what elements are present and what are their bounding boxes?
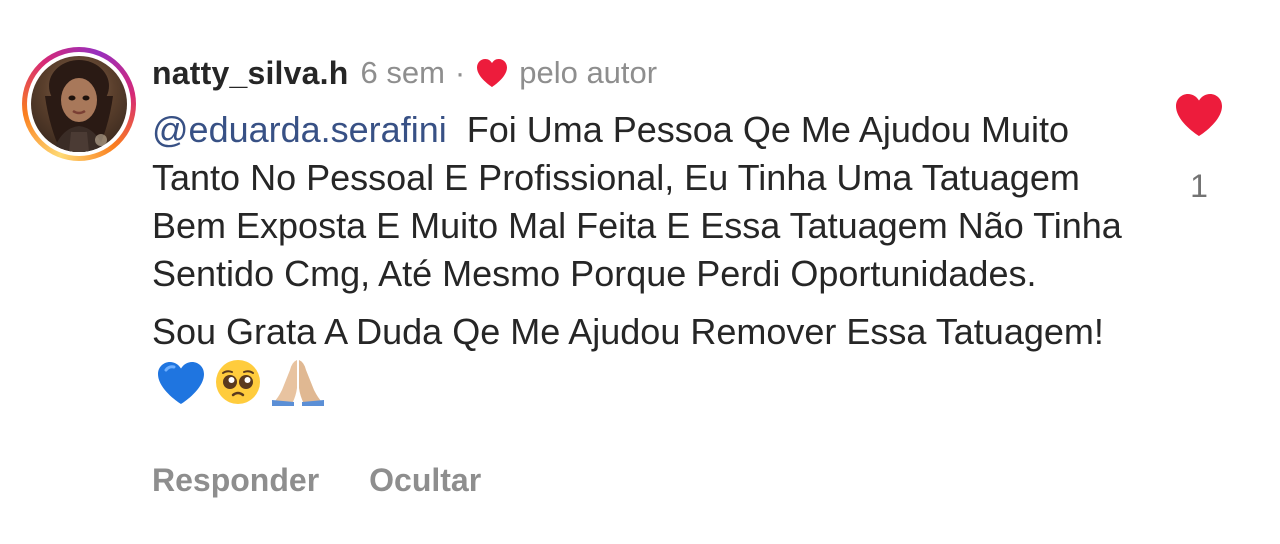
pleading-face-icon xyxy=(214,358,262,418)
comment-body: @eduarda.serafini Foi Uma Pessoa Qe Me A… xyxy=(152,106,1132,418)
like-heart-icon[interactable] xyxy=(1174,92,1224,138)
comment-actions: Responder Ocultar xyxy=(152,462,531,499)
comment-header: natty_silva.h 6 sem · pelo autor xyxy=(152,51,657,95)
comment-paragraph-2: Sou Grata A Duda Qe Me Ajudou Remover Es… xyxy=(152,308,1132,418)
comment-timestamp[interactable]: 6 sem xyxy=(360,55,444,91)
comment-text-2: Sou Grata A Duda Qe Me Ajudou Remover Es… xyxy=(152,311,1104,352)
meta-separator: · xyxy=(454,55,466,90)
hide-button[interactable]: Ocultar xyxy=(369,462,481,499)
avatar[interactable] xyxy=(31,56,127,152)
folded-hands-icon xyxy=(270,356,326,418)
comment-paragraph-1: @eduarda.serafini Foi Uma Pessoa Qe Me A… xyxy=(152,106,1132,298)
like-count: 1 xyxy=(1190,168,1208,204)
reply-button[interactable]: Responder xyxy=(152,462,319,499)
avatar-story-ring[interactable] xyxy=(22,47,136,161)
blue-heart-icon xyxy=(156,360,206,418)
avatar-image-icon xyxy=(45,60,113,152)
username-link[interactable]: natty_silva.h xyxy=(152,55,348,92)
liked-by-author-label: pelo autor xyxy=(519,55,658,90)
comment-item: natty_silva.h 6 sem · pelo autor @eduard… xyxy=(0,0,1280,544)
mention-link[interactable]: @eduarda.serafini xyxy=(152,109,447,150)
author-heart-icon xyxy=(477,59,508,87)
